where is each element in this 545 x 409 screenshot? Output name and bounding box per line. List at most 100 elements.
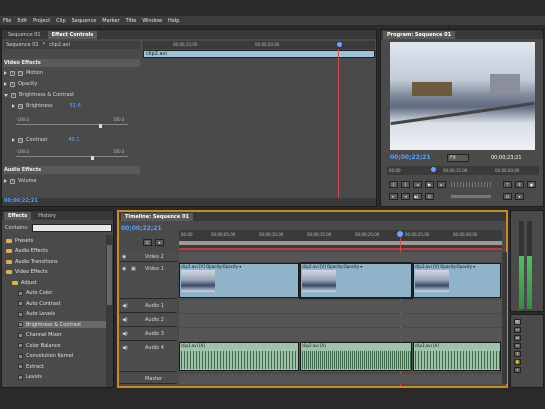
go-to-out-button[interactable]: ⇥ [401, 193, 410, 200]
lift-button[interactable]: ⇡ [503, 181, 512, 188]
contrast-slider[interactable] [16, 156, 128, 157]
breadcrumb-clip[interactable]: clip2.avi [49, 42, 70, 48]
eye-icon[interactable]: ◉ [122, 254, 126, 260]
hand-tool-icon[interactable]: ✋ [514, 359, 521, 365]
step-back-button[interactable]: ◂ [413, 181, 422, 188]
stopwatch-icon[interactable]: ◷ [18, 137, 23, 143]
speaker-icon[interactable]: ◀) [122, 303, 128, 309]
extract-button[interactable]: ⇞ [515, 181, 524, 188]
effect-controls-timecode[interactable]: 00;00;22;21 [4, 198, 38, 204]
fx-toggle-icon[interactable]: f [10, 70, 15, 76]
output-button[interactable]: ▾ [515, 193, 524, 200]
program-fit-dropdown[interactable]: Fit [447, 154, 469, 162]
video-clip-1[interactable]: clip1.avi [V] Opacity:Opacity ▾ [179, 263, 299, 298]
contrast-slider-handle[interactable] [91, 156, 94, 160]
effects-effect-item[interactable]: Brightness & Contrast [18, 321, 108, 328]
menu-title[interactable]: Title [126, 18, 137, 24]
menu-sequence[interactable]: Sequence [72, 18, 97, 24]
safe-margins-button[interactable]: ⊡ [503, 193, 512, 200]
tab-timeline[interactable]: Timeline: Sequence 01 [121, 212, 193, 221]
play-in-to-out-button[interactable]: ▶▏ [413, 193, 422, 200]
slip-tool-icon[interactable]: ↕ [514, 351, 521, 357]
mark-in-button[interactable]: { [389, 181, 398, 188]
tab-history[interactable]: History [34, 212, 60, 220]
expand-triangle-icon[interactable] [12, 138, 15, 142]
tab-program[interactable]: Program: Sequence 01 [383, 30, 456, 39]
brightness-slider-handle[interactable] [99, 124, 102, 128]
timeline-ruler[interactable]: 00;00 00;00;05;00 00;00;10;00 00;00;15;0… [179, 230, 502, 248]
collapse-triangle-icon[interactable] [4, 93, 8, 97]
fx-toggle-icon[interactable]: f [11, 92, 16, 98]
effects-effect-item[interactable]: Auto Contrast [18, 300, 61, 307]
menu-marker[interactable]: Marker [102, 18, 119, 24]
effects-folder-item[interactable]: Audio Transitions [6, 258, 58, 265]
playhead-marker[interactable] [337, 42, 342, 47]
lock-icon[interactable]: ▣ [131, 266, 136, 272]
effects-effect-item[interactable]: Auto Color [18, 290, 52, 297]
timeline-timecode[interactable]: 00;00;22;21 [121, 225, 162, 232]
razor-tool-icon[interactable]: ✂ [514, 343, 521, 349]
loop-button[interactable]: ↻ [425, 193, 434, 200]
breadcrumb-sequence[interactable]: Sequence 01 [6, 42, 39, 48]
shuttle-slider[interactable] [451, 195, 491, 198]
jog-shuttle[interactable] [451, 182, 491, 187]
effects-scrollbar-thumb[interactable] [107, 245, 112, 305]
effect-motion[interactable]: f ▭ Motion [4, 69, 140, 77]
audio-clip-3[interactable]: clip3.avi [A] [413, 342, 501, 371]
effects-search-input[interactable] [32, 224, 112, 232]
effects-scrollbar[interactable] [106, 235, 113, 387]
menu-project[interactable]: Project [33, 18, 50, 24]
brightness-slider[interactable] [16, 124, 128, 125]
work-area-bar[interactable] [179, 241, 502, 245]
menu-help[interactable]: Help [168, 18, 179, 24]
set-marker-button[interactable]: ▾ [155, 239, 164, 246]
program-ruler[interactable]: 00;00 00;00;15;00 00;00;20;00 [387, 166, 539, 175]
effect-opacity[interactable]: f Opacity [4, 80, 140, 88]
speaker-icon[interactable]: ◀) [122, 317, 128, 323]
zoom-tool-icon[interactable]: ⌕ [514, 367, 521, 373]
fx-toggle-icon[interactable]: f [10, 178, 15, 184]
expand-triangle-icon[interactable] [4, 82, 7, 86]
tab-sequence-01[interactable]: Sequence 01 [4, 31, 45, 39]
tab-effects[interactable]: Effects [4, 211, 32, 220]
selection-tool-icon[interactable]: ↖ [514, 319, 521, 325]
menu-clip[interactable]: Clip [56, 18, 65, 24]
ripple-edit-tool-icon[interactable]: ↔ [514, 327, 521, 333]
video-clip-3[interactable]: clip3.avi [V] Opacity:Opacity ▾ [413, 263, 501, 298]
effect-volume[interactable]: f Volume [4, 177, 140, 185]
play-button[interactable]: ▶ [425, 181, 434, 188]
snap-button[interactable]: ⊏ [143, 239, 152, 246]
contrast-value[interactable]: 40.1 [68, 137, 79, 143]
effects-effect-item[interactable]: Convolution Kernel [18, 353, 73, 360]
effect-controls-clip-bar[interactable]: clip2.avi [143, 50, 375, 58]
effects-folder-item[interactable]: Video Effects [6, 269, 48, 276]
speaker-icon[interactable]: ◀) [122, 345, 128, 351]
fx-toggle-icon[interactable]: f [10, 81, 15, 87]
export-frame-button[interactable]: ▣ [527, 181, 536, 188]
tab-effect-controls[interactable]: Effect Controls [47, 30, 98, 39]
mark-out-button[interactable]: } [401, 181, 410, 188]
step-forward-button[interactable]: ▸ [437, 181, 446, 188]
brightness-value[interactable]: 51.6 [70, 103, 81, 109]
speaker-icon[interactable]: ◀) [122, 331, 128, 337]
menu-file[interactable]: File [3, 18, 11, 24]
expand-triangle-icon[interactable] [4, 179, 7, 183]
program-playhead-icon[interactable] [431, 167, 436, 172]
effects-effect-item[interactable]: Color Balance [18, 342, 61, 349]
stopwatch-icon[interactable]: ◷ [18, 103, 23, 109]
menu-window[interactable]: Window [142, 18, 162, 24]
program-current-timecode[interactable]: 00;00;22;21 [390, 154, 431, 161]
effects-effect-item[interactable]: Levels [18, 374, 42, 381]
expand-triangle-icon[interactable] [4, 71, 7, 75]
timeline-playhead-icon[interactable] [397, 231, 403, 237]
go-to-in-button[interactable]: ⇤ [389, 193, 398, 200]
effects-folder-item[interactable]: Adjust [12, 279, 37, 286]
effects-effect-item[interactable]: Channel Mixer [18, 332, 62, 339]
effects-folder-item[interactable]: Audio Effects [6, 248, 48, 255]
audio-clip-1[interactable]: clip1.avi [A] [179, 342, 299, 371]
effect-brightness-contrast[interactable]: f Brightness & Contrast [4, 91, 140, 99]
expand-triangle-icon[interactable] [12, 104, 15, 108]
video-clip-2[interactable]: clip2.avi [V] Opacity:Opacity ▾ [299, 262, 413, 299]
rolling-edit-tool-icon[interactable]: ⇄ [514, 335, 521, 341]
effects-effect-item[interactable]: Auto Levels [18, 311, 55, 318]
